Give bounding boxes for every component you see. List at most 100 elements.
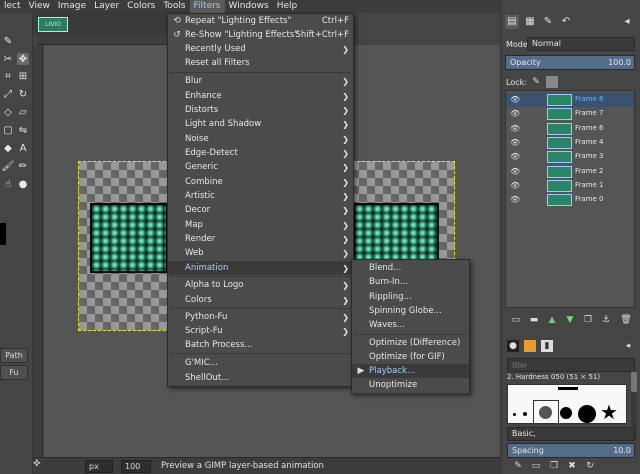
raise-layer-icon[interactable]: ▲: [546, 314, 558, 326]
visibility-eye-icon[interactable]: 👁: [510, 109, 520, 118]
filters-menu-item-blur[interactable]: Blur ❯: [168, 74, 353, 88]
duplicate-layer-icon[interactable]: ❐: [582, 314, 594, 326]
crop-tool-icon[interactable]: ⌗: [2, 70, 14, 82]
shear-tool-icon[interactable]: ▱: [17, 106, 29, 118]
filters-menu-item-decor[interactable]: Decor ❯: [168, 203, 353, 217]
animation-menu-item-playback[interactable]: ▶ Playback...: [352, 364, 469, 378]
filters-menu-item-animation[interactable]: Animation ❯: [168, 261, 353, 275]
brush-hardness-050[interactable]: [539, 406, 552, 419]
brushes-tab-icon[interactable]: ●: [507, 340, 519, 352]
filters-menu-item-batch-process[interactable]: Batch Process...: [168, 338, 353, 352]
menu-lect[interactable]: lect: [0, 0, 25, 13]
brush-small[interactable]: [523, 412, 527, 416]
brush-star-icon[interactable]: ★: [600, 400, 618, 424]
new-layer-group-icon[interactable]: ▬: [528, 314, 540, 326]
animation-menu-item-burn-in[interactable]: Burn-In...: [352, 275, 469, 289]
mode-dropdown[interactable]: Normal: [527, 37, 635, 51]
filters-menu-item-enhance[interactable]: Enhance ❯: [168, 89, 353, 103]
flip-tool-icon[interactable]: ⇋: [17, 124, 29, 136]
paths-tab-icon[interactable]: ✎: [541, 15, 555, 29]
move-tool-icon[interactable]: ✥: [17, 53, 29, 65]
smudge-tool-icon[interactable]: ☝: [2, 178, 14, 190]
filters-menu-item-light-and-shadow[interactable]: Light and Shadow ❯: [168, 117, 353, 131]
filters-menu-item-shellout[interactable]: ShellOut...: [168, 371, 353, 385]
filters-menu-item-edge-detect[interactable]: Edge-Detect ❯: [168, 146, 353, 160]
fu-button[interactable]: Fu: [0, 365, 28, 380]
menu-view[interactable]: View: [25, 0, 54, 13]
patterns-tab-icon[interactable]: [524, 340, 536, 352]
channels-tab-icon[interactable]: ▦: [523, 15, 537, 29]
filters-menu-item-repeat-lighting-effects[interactable]: ⟲ Repeat "Lighting Effects" Ctrl+F: [168, 14, 353, 28]
navigate-icon[interactable]: ✜: [33, 459, 45, 471]
lower-layer-icon[interactable]: ▼: [564, 314, 576, 326]
filters-menu-item-map[interactable]: Map ❯: [168, 218, 353, 232]
new-layer-icon[interactable]: ▭: [510, 314, 522, 326]
bucket-fill-tool-icon[interactable]: ◆: [2, 142, 14, 154]
dodge-tool-icon[interactable]: ●: [17, 178, 29, 190]
duplicate-brush-icon[interactable]: ❐: [548, 460, 560, 472]
filters-menu-item-colors[interactable]: Colors ❯: [168, 293, 353, 307]
animation-menu-item-rippling[interactable]: Rippling...: [352, 290, 469, 304]
undo-tab-icon[interactable]: ↶: [559, 15, 573, 29]
opacity-slider[interactable]: Opacity 100.0: [505, 55, 635, 70]
animation-menu-item-blend[interactable]: Blend...: [352, 261, 469, 275]
filters-menu-item-generic[interactable]: Generic ❯: [168, 160, 353, 174]
menu-image[interactable]: Image: [54, 0, 90, 13]
cage-tool-icon[interactable]: ▢: [2, 124, 14, 136]
animation-menu-item-optimize-difference[interactable]: Optimize (Difference): [352, 336, 469, 350]
layer-row[interactable]: 👁 Frame 3: [506, 150, 634, 164]
scissors-tool-icon[interactable]: ✂: [2, 53, 14, 65]
filters-menu-item-re-show-lighting-effects[interactable]: ↺ Re-Show "Lighting Effects" Shift+Ctrl+F: [168, 28, 353, 42]
dock-menu-icon[interactable]: ◂: [620, 15, 634, 29]
fuzzy-select-tool-icon[interactable]: ✎: [2, 35, 14, 47]
lock-alpha-icon[interactable]: [546, 76, 558, 88]
filters-menu-item-web[interactable]: Web ❯: [168, 246, 353, 260]
brush-scrollbar-thumb[interactable]: [631, 372, 637, 392]
brush-filter-input[interactable]: [507, 358, 635, 372]
filters-menu-item-combine[interactable]: Combine ❯: [168, 175, 353, 189]
image-tab-thumbnail[interactable]: LIVIO: [38, 17, 68, 32]
layer-row[interactable]: 👁 Frame 4: [506, 136, 634, 150]
animation-menu-item-waves[interactable]: Waves...: [352, 318, 469, 332]
visibility-eye-icon[interactable]: 👁: [510, 181, 520, 190]
menu-help[interactable]: Help: [273, 0, 302, 13]
lock-pixels-icon[interactable]: ✎: [530, 76, 542, 88]
delete-brush-icon[interactable]: ✖: [566, 460, 578, 472]
scale-tool-icon[interactable]: ⤢: [2, 88, 14, 100]
visibility-eye-icon[interactable]: 👁: [510, 152, 520, 161]
refresh-brushes-icon[interactable]: ↻: [584, 460, 596, 472]
animation-menu-item-unoptimize[interactable]: Unoptimize: [352, 378, 469, 392]
paintbrush-tool-icon[interactable]: 🖌: [2, 160, 15, 172]
menu-layer[interactable]: Layer: [90, 0, 123, 13]
spacing-slider[interactable]: Spacing 10.0: [507, 443, 635, 458]
text-tool-icon[interactable]: A: [17, 142, 29, 154]
layer-row[interactable]: 👁 Frame 0: [506, 193, 634, 207]
visibility-eye-icon[interactable]: 👁: [510, 124, 520, 133]
animation-menu-item-spinning-globe[interactable]: Spinning Globe...: [352, 304, 469, 318]
filters-menu-item-script-fu[interactable]: Script-Fu ❯: [168, 324, 353, 338]
gradients-tab-icon[interactable]: ▮: [541, 340, 553, 352]
pencil-tool-icon[interactable]: ✏: [17, 160, 29, 172]
visibility-eye-icon[interactable]: 👁: [510, 95, 520, 104]
layer-row[interactable]: 👁 Frame 2: [506, 165, 634, 179]
zoom-selector[interactable]: 100 %: [121, 459, 151, 474]
brush-dock-menu-icon[interactable]: ◂: [622, 340, 634, 352]
foreground-color-swatch[interactable]: [0, 223, 6, 245]
perspective-tool-icon[interactable]: ◇: [2, 106, 14, 118]
layer-row[interactable]: 👁 Frame 7: [506, 107, 634, 121]
brush-preset-dropdown[interactable]: Basic,: [507, 427, 635, 441]
menu-tools[interactable]: Tools: [159, 0, 189, 13]
filters-menu-item-g-mic[interactable]: G'MIC...: [168, 356, 353, 370]
brush-line[interactable]: [558, 387, 578, 390]
filters-menu-item-noise[interactable]: Noise ❯: [168, 132, 353, 146]
visibility-eye-icon[interactable]: 👁: [510, 167, 520, 176]
filters-menu-item-reset-all-filters[interactable]: Reset all Filters: [168, 56, 353, 70]
menu-windows[interactable]: Windows: [225, 0, 273, 13]
layer-row[interactable]: 👁 Frame 8: [506, 93, 634, 107]
filters-menu-item-python-fu[interactable]: Python-Fu ❯: [168, 310, 353, 324]
menu-filters[interactable]: Filters: [189, 0, 225, 13]
filters-menu-item-recently-used[interactable]: Recently Used ❯: [168, 42, 353, 56]
filters-menu-item-artistic[interactable]: Artistic ❯: [168, 189, 353, 203]
brush-medium[interactable]: [560, 407, 572, 419]
visibility-eye-icon[interactable]: 👁: [510, 195, 520, 204]
